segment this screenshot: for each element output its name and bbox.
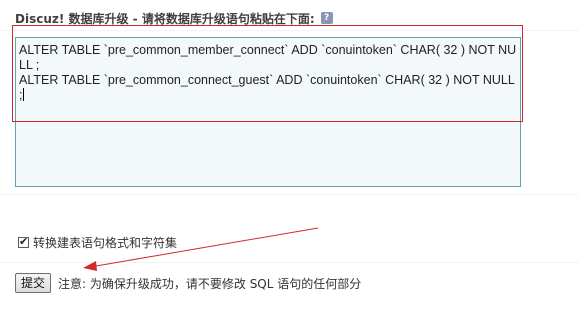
- divider: [0, 30, 579, 31]
- divider: [0, 262, 579, 263]
- checkmark-icon: ✔: [19, 234, 29, 248]
- submit-note: 注意: 为确保升级成功，请不要修改 SQL 语句的任何部分: [58, 276, 362, 291]
- page-title: Discuz! 数据库升级 - 请将数据库升级语句粘贴在下面: ?: [15, 9, 333, 27]
- sql-input[interactable]: ALTER TABLE `pre_common_member_connect` …: [15, 37, 521, 187]
- help-icon[interactable]: ?: [320, 12, 333, 24]
- sql-input-value: ALTER TABLE `pre_common_member_connect` …: [19, 43, 517, 102]
- submit-button[interactable]: 提交: [15, 273, 52, 293]
- convert-format-checkbox[interactable]: ✔: [18, 234, 29, 248]
- submit-row: 提交 注意: 为确保升级成功，请不要修改 SQL 语句的任何部分: [15, 273, 361, 293]
- convert-format-label[interactable]: 转换建表语句格式和字符集: [33, 234, 177, 251]
- divider: [0, 194, 579, 195]
- text-caret: [23, 88, 25, 101]
- page-title-text: Discuz! 数据库升级 - 请将数据库升级语句粘贴在下面:: [15, 11, 315, 26]
- convert-format-option[interactable]: ✔ 转换建表语句格式和字符集: [18, 234, 177, 250]
